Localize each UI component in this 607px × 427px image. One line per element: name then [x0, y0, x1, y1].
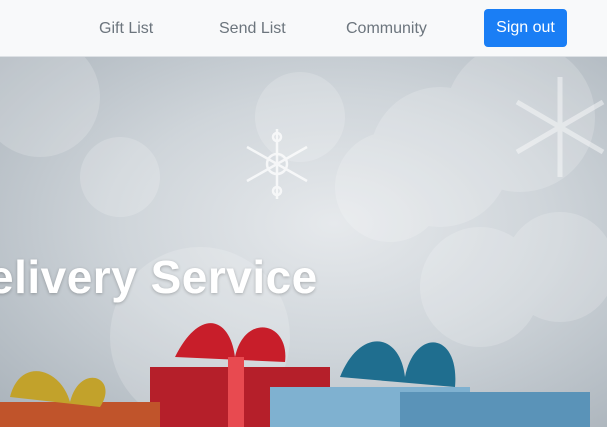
nav-link-send-list[interactable]: Send List — [219, 19, 286, 39]
hero-background-image — [0, 57, 607, 427]
nav-link-gift-list[interactable]: Gift List — [99, 19, 153, 39]
hero-banner: elivery Service — [0, 57, 607, 427]
hero-title: elivery Service — [0, 251, 318, 303]
nav-link-community[interactable]: Community — [346, 19, 427, 39]
top-navbar: Gift List Send List Community Sign out — [0, 0, 607, 57]
sign-out-button[interactable]: Sign out — [484, 9, 567, 47]
